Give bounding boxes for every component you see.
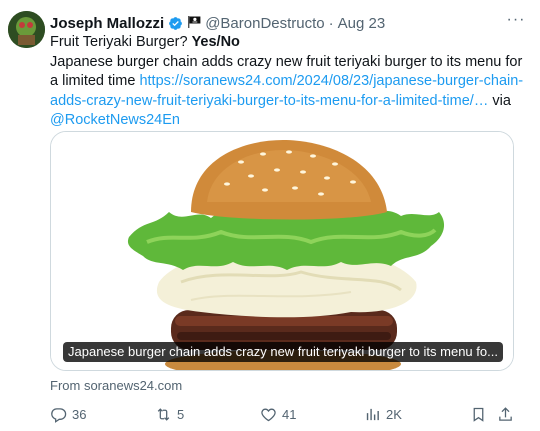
link-card-image[interactable]: Japanese burger chain adds crazy new fru… xyxy=(50,131,514,371)
like-count: 41 xyxy=(282,406,297,422)
repost-count: 5 xyxy=(177,406,185,422)
tweet-question-bold: Yes/No xyxy=(191,34,240,50)
display-name[interactable]: Joseph Mallozzi xyxy=(50,15,164,32)
reply-icon xyxy=(51,407,67,423)
view-count: 2K xyxy=(386,406,402,422)
tweet-actions: 36 5 41 2K xyxy=(50,403,524,425)
tweet-question: Fruit Teriyaki Burger? xyxy=(50,34,192,50)
reply-count: 36 xyxy=(72,406,87,422)
pirate-flag-icon xyxy=(187,15,201,31)
tweet-header: Joseph Mallozzi @BaronDestructo · Aug 23 xyxy=(50,13,530,33)
repost-icon xyxy=(157,407,170,421)
views-icon xyxy=(366,408,379,420)
repost-button[interactable]: 5 xyxy=(155,403,184,425)
mention-link[interactable]: @RocketNews24En xyxy=(50,112,180,128)
reply-button[interactable]: 36 xyxy=(50,403,86,425)
more-options-icon[interactable]: ··· xyxy=(504,10,528,30)
handle[interactable]: @BaronDestructo xyxy=(205,15,324,32)
link-source[interactable]: From soranews24.com xyxy=(50,378,182,393)
link-card-caption: Japanese burger chain adds crazy new fru… xyxy=(63,342,503,362)
like-button[interactable]: 41 xyxy=(260,403,296,425)
share-button[interactable] xyxy=(497,403,519,425)
heart-icon xyxy=(261,408,276,421)
avatar[interactable] xyxy=(8,11,45,48)
bookmark-button[interactable] xyxy=(470,403,492,425)
share-icon xyxy=(499,406,512,421)
separator-dot: · xyxy=(328,14,334,32)
verified-badge-icon xyxy=(168,16,183,31)
tweet-text: Fruit Teriyaki Burger? Yes/No Japanese b… xyxy=(50,33,524,131)
tweet-date[interactable]: Aug 23 xyxy=(338,15,386,32)
bookmark-icon xyxy=(473,407,484,422)
views-button[interactable]: 2K xyxy=(364,403,402,425)
via-text: via xyxy=(488,92,511,109)
burger-image xyxy=(51,132,513,370)
